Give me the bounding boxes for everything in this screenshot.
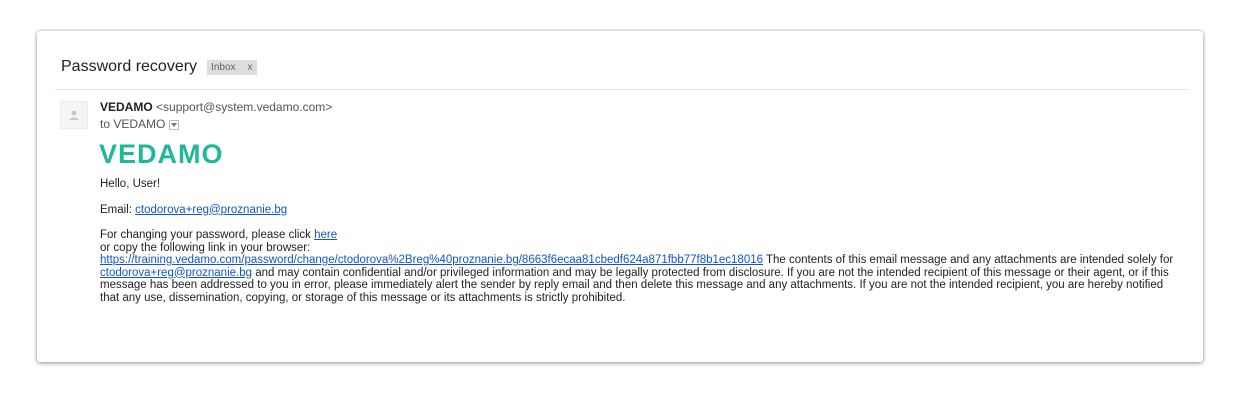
- reset-password-link[interactable]: https://training.vedamo.com/password/cha…: [100, 254, 763, 266]
- recipient-text: to VEDAMO: [100, 117, 166, 131]
- inbox-label[interactable]: Inbox x: [207, 59, 257, 75]
- header-divider: [55, 89, 1189, 90]
- recipient-details-button[interactable]: [169, 119, 180, 130]
- here-link[interactable]: here: [314, 229, 337, 241]
- email-line: Email: ctodorova+reg@proznanie.bg: [100, 204, 1177, 217]
- chevron-down-icon: [171, 122, 178, 127]
- disclaimer-part-2: and may contain confidential and/or priv…: [100, 266, 1169, 304]
- recipient-line: to VEDAMO: [100, 117, 180, 132]
- copy-link-text: or copy the following link in your brows…: [100, 241, 311, 254]
- subject-row: Password recovery Inbox x: [61, 57, 257, 77]
- disclaimer-part-1: The contents of this email message and a…: [763, 254, 1174, 266]
- remove-label-button[interactable]: x: [248, 61, 253, 74]
- change-password-line: For changing your password, please click…: [100, 229, 1177, 242]
- email-subject: Password recovery: [61, 58, 198, 75]
- vedamo-logo: VEDAMO: [99, 139, 224, 169]
- reset-paragraph: https://training.vedamo.com/password/cha…: [100, 254, 1177, 304]
- sender-address: <support@system.vedamo.com>: [156, 100, 333, 114]
- sender-line: VEDAMO <support@system.vedamo.com>: [100, 100, 332, 115]
- inbox-label-text: Inbox: [211, 61, 236, 73]
- email-card: Password recovery Inbox x VEDAMO <suppor…: [37, 31, 1203, 362]
- avatar[interactable]: [60, 101, 88, 129]
- greeting: Hello, User!: [100, 178, 161, 190]
- email-body: Hello, User! Email: ctodorova+reg@prozna…: [100, 178, 1177, 304]
- disclaimer-email-link[interactable]: ctodorova+reg@proznanie.bg: [100, 267, 252, 279]
- person-icon: [69, 110, 79, 120]
- email-link[interactable]: ctodorova+reg@proznanie.bg: [135, 204, 287, 216]
- change-password-text: For changing your password, please click: [100, 229, 311, 241]
- email-label: Email:: [100, 203, 132, 216]
- sender-name[interactable]: VEDAMO: [100, 100, 153, 114]
